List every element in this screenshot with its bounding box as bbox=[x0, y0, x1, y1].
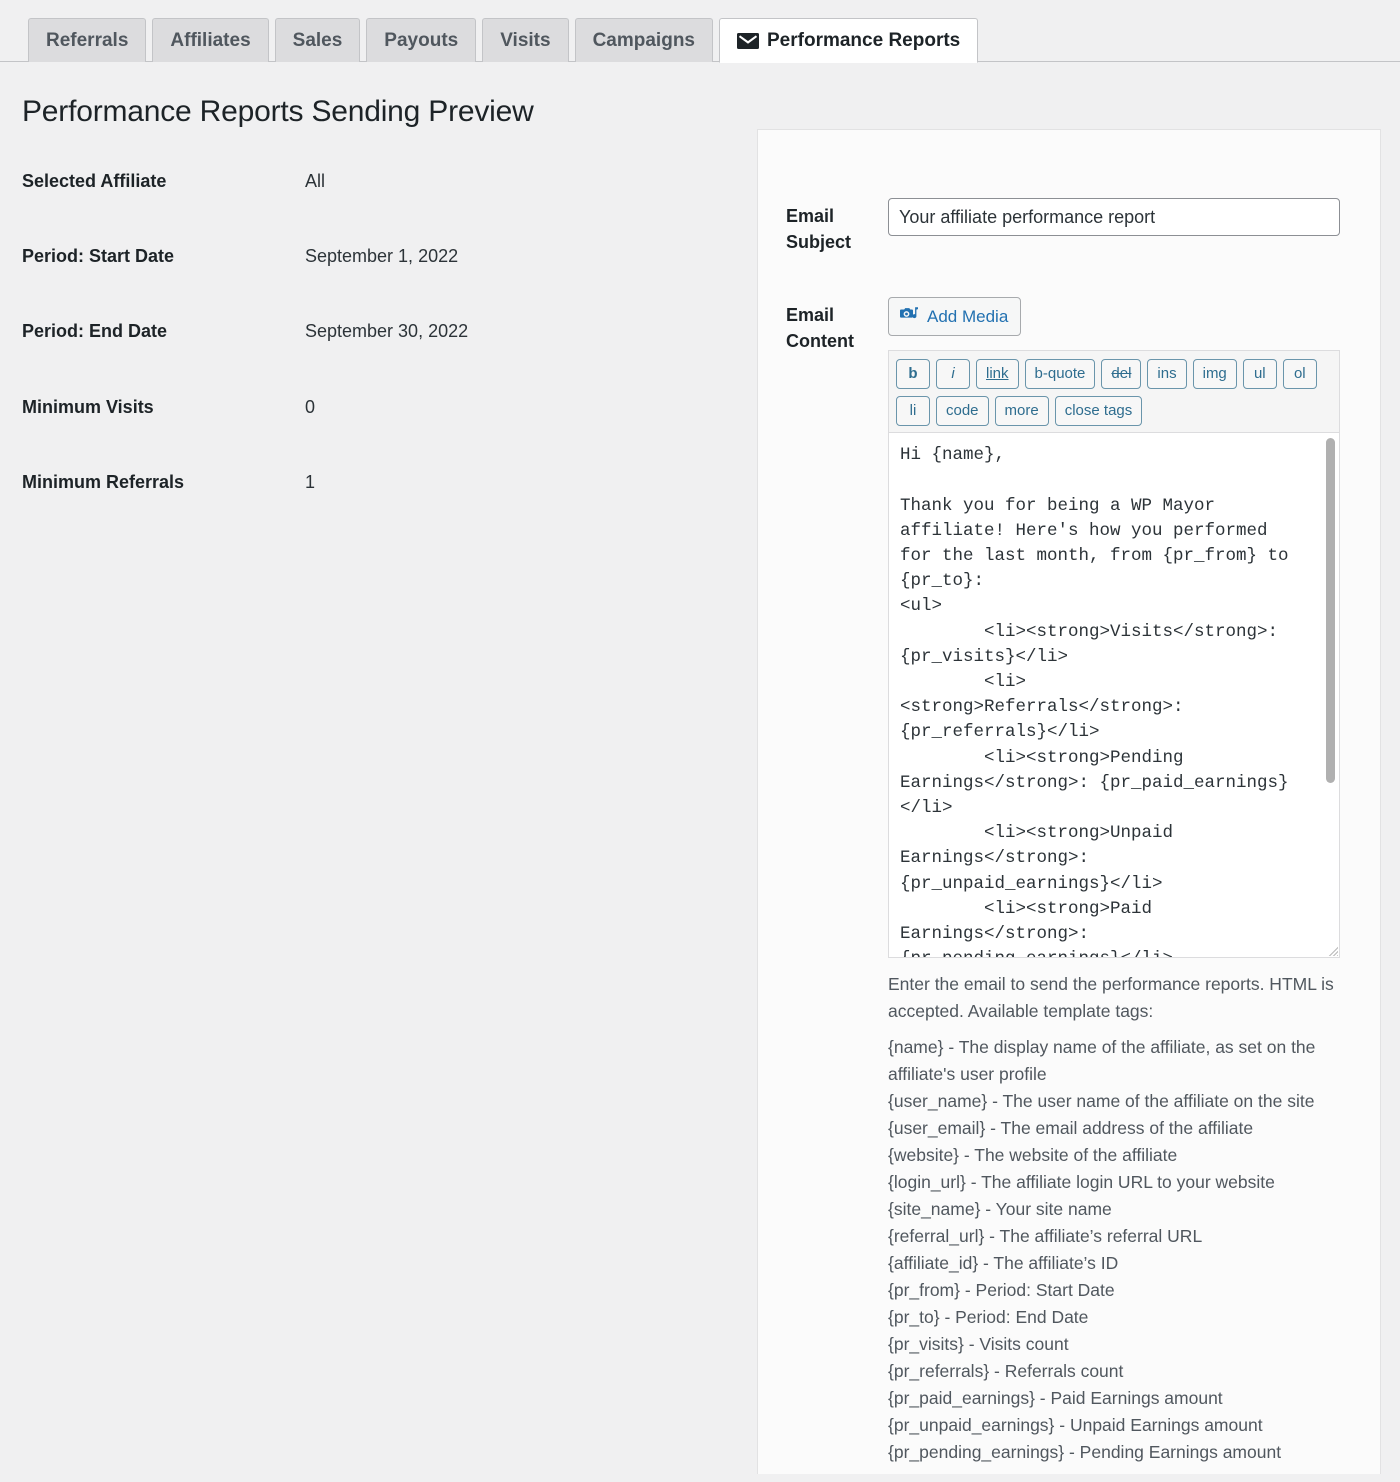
tab-label: Performance Reports bbox=[767, 30, 961, 51]
tab-label: Referrals bbox=[46, 30, 129, 51]
summary-label: Minimum Referrals bbox=[22, 471, 185, 492]
email-subject-label: Email Subject bbox=[786, 206, 852, 253]
email-subject-input[interactable] bbox=[888, 198, 1340, 236]
quicktag-more[interactable]: more bbox=[994, 396, 1049, 427]
mail-icon bbox=[737, 32, 759, 49]
summary-value: September 1, 2022 bbox=[305, 246, 459, 267]
template-tag: {pr_to} - Period: End Date bbox=[888, 1307, 1089, 1328]
template-tag-list: {name} - The display name of the affilia… bbox=[888, 1034, 1343, 1466]
quicktag-link[interactable]: link bbox=[976, 359, 1019, 390]
template-tag: {referral_url} - The affiliate’s referra… bbox=[888, 1226, 1203, 1247]
quicktag-b-quote[interactable]: b-quote bbox=[1024, 359, 1096, 390]
template-tag: {website} - The website of the affiliate bbox=[888, 1145, 1178, 1166]
template-tag: {pr_from} - Period: Start Date bbox=[888, 1280, 1115, 1301]
summary-row: Selected Affiliate All bbox=[22, 169, 757, 194]
media-camera-note-icon bbox=[899, 304, 919, 329]
quicktag-ul[interactable]: ul bbox=[1242, 359, 1277, 390]
quicktag-close-tags[interactable]: close tags bbox=[1054, 396, 1143, 427]
template-tag: {user_email} - The email address of the … bbox=[888, 1118, 1254, 1139]
textarea-scrollbar-thumb[interactable] bbox=[1326, 438, 1335, 784]
email-content-textarea[interactable]: Hi {name}, Thank you for being a WP Mayo… bbox=[888, 432, 1340, 959]
quicktag-img[interactable]: img bbox=[1192, 359, 1237, 390]
summary-value: 0 bbox=[305, 396, 316, 417]
quicktag-del[interactable]: del bbox=[1101, 359, 1142, 390]
quicktag-b[interactable]: b bbox=[896, 359, 930, 390]
template-tag: {pr_paid_earnings} - Paid Earnings amoun… bbox=[888, 1388, 1223, 1409]
quicktag-code[interactable]: code bbox=[936, 396, 989, 427]
quicktag-ol[interactable]: ol bbox=[1282, 359, 1317, 390]
summary-panel: Selected Affiliate All Period: Start Date S… bbox=[0, 129, 757, 545]
tab-label: Affiliates bbox=[170, 30, 251, 51]
tab-payouts[interactable]: Payouts bbox=[366, 18, 477, 62]
summary-label: Period: End Date bbox=[22, 321, 168, 342]
template-tag: {affiliate_id} - The affiliate’s ID bbox=[888, 1253, 1119, 1274]
textarea-resize-grip[interactable] bbox=[1322, 940, 1338, 957]
email-content-field: Email Content Add Media b i link b-quote del… bbox=[786, 297, 1343, 1466]
summary-label: Period: Start Date bbox=[22, 246, 175, 267]
textarea-scrollbar[interactable] bbox=[1324, 434, 1337, 958]
quicktag-li[interactable]: li bbox=[896, 396, 930, 427]
template-tag: {pr_referrals} - Referrals count bbox=[888, 1361, 1124, 1382]
template-tag: {site_name} - Your site name bbox=[888, 1199, 1112, 1220]
quicktags-toolbar: b i link b-quote del ins img ul ol li code more clos… bbox=[888, 350, 1340, 433]
content-columns: Selected Affiliate All Period: Start Date S… bbox=[0, 129, 1400, 1474]
email-settings-column: Email Subject Email Content bbox=[757, 129, 1400, 1474]
tab-label: Sales bbox=[292, 30, 343, 51]
page-title: Performance Reports Sending Preview bbox=[22, 95, 534, 128]
template-tag: {user_name} - The user name of the affil… bbox=[888, 1091, 1315, 1112]
summary-value: 1 bbox=[305, 471, 316, 492]
summary-label: Selected Affiliate bbox=[22, 171, 167, 191]
tab-referrals[interactable]: Referrals bbox=[28, 18, 147, 62]
tab-campaigns[interactable]: Campaigns bbox=[574, 18, 713, 62]
help-intro: Enter the email to send the performance … bbox=[888, 974, 1334, 1022]
tab-affiliates[interactable]: Affiliates bbox=[152, 18, 269, 62]
tab-sales[interactable]: Sales bbox=[274, 18, 361, 62]
quicktag-ins[interactable]: ins bbox=[1147, 359, 1187, 390]
email-settings-panel: Email Subject Email Content bbox=[757, 129, 1381, 1474]
summary-row: Minimum Referrals 1 bbox=[22, 470, 757, 495]
summary-row: Minimum Visits 0 bbox=[22, 395, 757, 420]
add-media-button[interactable]: Add Media bbox=[888, 297, 1022, 337]
template-tag: {name} - The display name of the affilia… bbox=[888, 1037, 1316, 1085]
email-content-label: Email Content bbox=[786, 305, 854, 352]
template-tag: {pr_visits} - Visits count bbox=[888, 1334, 1069, 1355]
summary-label: Minimum Visits bbox=[22, 396, 154, 417]
tab-visits[interactable]: Visits bbox=[482, 18, 569, 62]
tab-bar: Referrals Affiliates Sales Payouts Visits Cam… bbox=[0, 0, 1400, 63]
email-subject-field: Email Subject bbox=[786, 198, 1343, 255]
summary-value: All bbox=[305, 171, 326, 191]
template-tag: {login_url} - The affiliate login URL to… bbox=[888, 1172, 1275, 1193]
tab-label: Visits bbox=[500, 30, 551, 51]
email-content-help: Enter the email to send the performance … bbox=[888, 971, 1343, 1466]
add-media-label: Add Media bbox=[927, 306, 1009, 326]
email-content-editor: b i link b-quote del ins img ul ol li code more clos… bbox=[888, 350, 1340, 959]
email-content-value: Hi {name}, Thank you for being a WP Mayo… bbox=[900, 445, 1289, 957]
template-tag: {pr_pending_earnings} - Pending Earnings… bbox=[888, 1442, 1282, 1463]
tab-performance-reports[interactable]: Performance Reports bbox=[719, 18, 979, 63]
quicktag-i[interactable]: i bbox=[936, 359, 970, 390]
summary-row: Period: End Date September 30, 2022 bbox=[22, 319, 757, 344]
summary-value: September 30, 2022 bbox=[305, 321, 469, 342]
tab-label: Payouts bbox=[384, 30, 459, 51]
summary-row: Period: Start Date September 1, 2022 bbox=[22, 244, 757, 269]
tab-label: Campaigns bbox=[592, 30, 695, 51]
template-tag: {pr_unpaid_earnings} - Unpaid Earnings a… bbox=[888, 1415, 1263, 1436]
